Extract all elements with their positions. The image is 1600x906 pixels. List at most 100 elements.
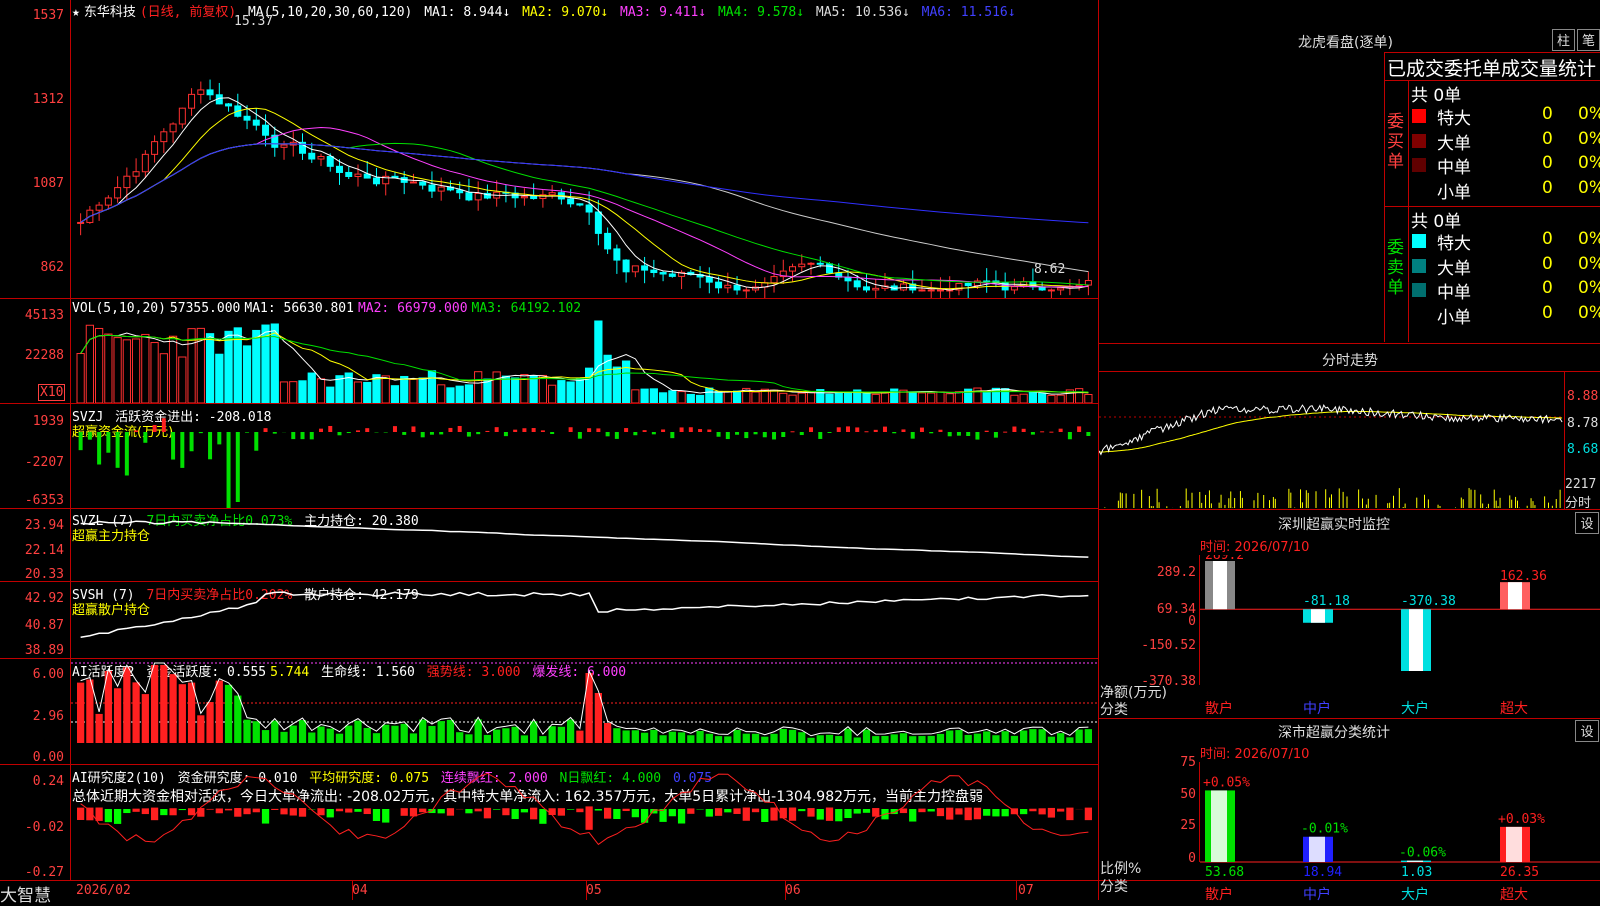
volume-bar (169, 336, 176, 403)
volume-bar (678, 392, 685, 403)
intraday-y-2: 8.78 (1567, 416, 1598, 431)
svzl-chart[interactable] (71, 509, 1098, 581)
swatch-2 (1412, 158, 1426, 172)
activity-bar (382, 725, 389, 743)
classify-value: 1.03 (1401, 865, 1432, 880)
candle-body (207, 90, 213, 95)
tick-mode-button[interactable]: 笔 (1577, 29, 1600, 51)
activity-bar (493, 730, 500, 743)
volume-bar (114, 338, 121, 403)
sell-label: 委卖单 (1387, 238, 1405, 298)
lhb-header: 已成交委托单成交量统计 (1387, 54, 1596, 81)
intraday-chart[interactable] (1099, 372, 1564, 509)
activity-bar (262, 730, 269, 743)
candle-body (854, 281, 860, 287)
candle-body (919, 290, 925, 291)
research-bar (271, 809, 278, 810)
activity-bar (1057, 733, 1064, 743)
research-bar (872, 808, 879, 817)
research-bar (918, 809, 925, 813)
volume-bar (1029, 392, 1036, 403)
flow-bar (828, 432, 832, 433)
activity-bar (114, 688, 121, 743)
candle-body (808, 263, 814, 264)
research-bar (706, 809, 713, 817)
volume-bar (206, 334, 213, 403)
activity-bar (77, 683, 84, 743)
research-bar (179, 809, 186, 810)
activity-bar (937, 734, 944, 743)
classify-chart[interactable]: +0.05%53.68-0.01%18.94-0.06%1.03+0.03%26… (1200, 762, 1600, 880)
research-bar (465, 809, 472, 813)
flow-bar (892, 432, 896, 433)
volume-bar (955, 392, 962, 403)
activity-bar (317, 727, 324, 743)
classify-bar-highlight (1506, 827, 1522, 862)
svzj-chart[interactable] (71, 404, 1098, 508)
research-bar (438, 809, 445, 813)
flow-bar (606, 432, 610, 436)
flow-bar (143, 432, 147, 443)
research-bar (475, 809, 482, 812)
vol-y-1: 45133 (0, 308, 64, 323)
activity-bar (696, 731, 703, 743)
candle-body (1048, 290, 1054, 291)
activity-bar (419, 720, 426, 743)
volume-bar (937, 392, 944, 403)
flow-bar (615, 432, 619, 439)
volume-bar (715, 391, 722, 403)
main-y-4: 862 (0, 260, 64, 275)
flow-bar (754, 432, 758, 434)
research-bar (1057, 809, 1064, 812)
classify-value: 18.94 (1303, 865, 1342, 880)
research-bar (262, 809, 269, 824)
classify-axis1: 比例% (1100, 858, 1141, 878)
swatch-1 (1412, 134, 1426, 148)
volume-chart[interactable] (71, 299, 1098, 403)
volume-bar (863, 393, 870, 403)
classify-settings-button[interactable]: 设 (1575, 720, 1599, 742)
flow-bar (1022, 429, 1026, 432)
volume-bar (567, 382, 574, 403)
research-bar (290, 808, 297, 815)
activity-bar (632, 730, 639, 743)
classify-cat-1: 散户 (1205, 884, 1233, 904)
volume-bar (410, 379, 417, 403)
research-bar (826, 808, 833, 821)
volume-bar (696, 395, 703, 403)
activity-bar (650, 730, 657, 743)
research-bar (123, 809, 130, 813)
activity-bar (558, 727, 565, 743)
activity-bar (327, 729, 334, 743)
research-bar (354, 809, 361, 812)
research-bar (622, 809, 629, 811)
activity-bar (715, 736, 722, 743)
candlestick-chart[interactable] (71, 0, 1098, 298)
monitor-bar-highlight (1409, 609, 1423, 671)
monitor-settings-button[interactable]: 设 (1575, 512, 1599, 534)
activity-bar (872, 736, 879, 743)
ai2-chart[interactable] (71, 765, 1098, 880)
research-bar (678, 809, 685, 824)
flow-bar (818, 432, 822, 439)
research-bar (955, 808, 962, 814)
flow-bar (448, 428, 452, 432)
row-v: 0 (1542, 303, 1553, 323)
monitor-bar-highlight (1213, 561, 1227, 609)
monitor-chart[interactable]: 289.2-81.18-370.38162.36 (1200, 555, 1600, 685)
activity-bar (669, 732, 676, 743)
svsh-chart[interactable] (71, 582, 1098, 658)
volume-bar (918, 393, 925, 403)
bar-mode-button[interactable]: 柱 (1552, 29, 1575, 51)
classify-pct: +0.05% (1203, 775, 1250, 790)
research-bar (160, 809, 167, 815)
monitor-time: 时间: 2026/07/10 (1200, 536, 1309, 555)
row-name: 特大 (1437, 104, 1471, 129)
ai1-chart[interactable] (71, 659, 1098, 764)
flow-bar (310, 432, 314, 439)
flow-bar (337, 432, 341, 435)
candle-body (410, 182, 416, 183)
intraday-title: 分时走势 (1322, 350, 1378, 370)
candle-body (346, 172, 352, 176)
activity-bar (86, 680, 93, 743)
